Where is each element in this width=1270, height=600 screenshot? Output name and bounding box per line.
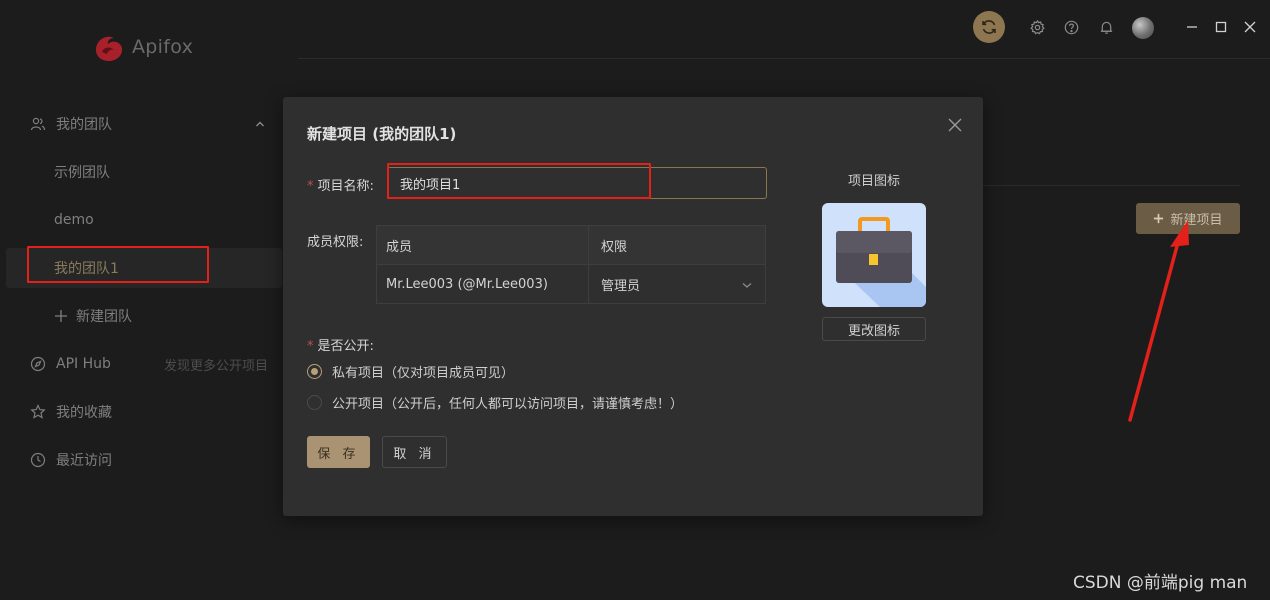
required-mark: * (307, 179, 314, 194)
member-permission-label: 成员权限: (307, 235, 364, 250)
annotation-highlight-input (387, 163, 651, 199)
sidebar-team-header[interactable]: 我的团队 (6, 104, 282, 144)
sync-button[interactable] (973, 11, 1005, 43)
chevron-up-icon[interactable] (254, 118, 266, 130)
api-hub-hint[interactable]: 发现更多公开项目 (164, 355, 268, 374)
compass-icon (30, 356, 46, 372)
public-label: * 是否公开: (307, 335, 374, 354)
sidebar-item-label: 示例团队 (54, 165, 110, 181)
sidebar-item-label: API Hub (56, 356, 111, 372)
change-icon-button[interactable]: 更改图标 (822, 317, 926, 341)
radio-button[interactable] (307, 395, 322, 410)
project-icon-title: 项目图标 (847, 174, 900, 189)
app-logo: Apifox (92, 32, 193, 62)
content-divider (983, 185, 1240, 186)
project-name-label-text: 项目名称: (317, 179, 374, 194)
sidebar-team-header-label: 我的团队 (56, 117, 112, 133)
settings-icon[interactable] (1028, 18, 1046, 36)
minimize-icon[interactable] (1183, 18, 1201, 36)
chevron-down-icon (742, 282, 752, 288)
new-project-modal: 新建项目 (我的团队1) * 项目名称: 我的项目1 成员权限: 成员 权限 Mr… (283, 97, 983, 516)
role-value: 管理员 (601, 279, 641, 294)
project-icon-preview (822, 203, 926, 307)
new-team-button[interactable]: 新建团队 (6, 296, 282, 336)
cancel-button[interactable]: 取 消 (382, 436, 447, 468)
sidebar-item-label: 我的收藏 (56, 405, 112, 421)
column-header-member: 成员 (377, 226, 589, 264)
topbar-divider (298, 58, 1270, 59)
member-table: 成员 权限 Mr.Lee003 (@Mr.Lee003) 管理员 (376, 225, 766, 304)
sidebar-item-api-hub[interactable]: API Hub 发现更多公开项目 (6, 344, 282, 384)
modal-title: 新建项目 (我的团队1) (307, 125, 457, 143)
radio-button-selected[interactable] (307, 364, 322, 379)
role-select[interactable]: 管理员 (589, 265, 765, 304)
apifox-logo-icon (96, 36, 123, 61)
sidebar-item-label: 最近访问 (56, 453, 112, 469)
public-label-text: 是否公开: (317, 339, 374, 354)
column-header-role: 权限 (601, 239, 628, 255)
close-icon[interactable] (946, 116, 964, 134)
clock-icon (30, 452, 46, 468)
plus-icon (54, 309, 68, 323)
star-icon (30, 404, 46, 420)
required-mark: * (307, 339, 314, 354)
watermark: CSDN @前端pig man (1073, 573, 1248, 593)
radio-private-label: 私有项目（仅对项目成员可见） (332, 366, 515, 381)
user-avatar[interactable] (1132, 17, 1154, 39)
sidebar-item-recent[interactable]: 最近访问 (6, 440, 282, 480)
sidebar-item-label: demo (54, 212, 94, 228)
member-name: Mr.Lee003 (@Mr.Lee003) (377, 265, 589, 304)
annotation-arrow (1128, 220, 1189, 422)
bell-icon[interactable] (1097, 18, 1115, 36)
refresh-icon (982, 20, 996, 34)
maximize-icon[interactable] (1212, 18, 1230, 36)
project-name-label: * 项目名称: (307, 175, 374, 194)
radio-public[interactable]: 公开项目（公开后，任何人都可以访问项目，请谨慎考虑！） (307, 393, 683, 412)
radio-public-label: 公开项目（公开后，任何人都可以访问项目，请谨慎考虑！） (332, 397, 684, 412)
close-window-icon[interactable] (1241, 18, 1259, 36)
table-row: Mr.Lee003 (@Mr.Lee003) 管理员 (377, 265, 765, 304)
app-name: Apifox (132, 36, 194, 58)
new-team-label: 新建团队 (76, 309, 132, 325)
help-icon[interactable] (1062, 18, 1080, 36)
table-header-row: 成员 权限 (377, 226, 765, 265)
briefcase-icon (836, 217, 926, 307)
team-icon (30, 116, 46, 132)
radio-private[interactable]: 私有项目（仅对项目成员可见） (307, 362, 514, 381)
annotation-highlight-team (27, 246, 209, 283)
save-button[interactable]: 保 存 (307, 436, 370, 468)
sidebar-item-demo[interactable]: demo (6, 200, 282, 240)
sidebar-item-favorites[interactable]: 我的收藏 (6, 392, 282, 432)
sidebar-item-example-team[interactable]: 示例团队 (6, 152, 282, 192)
